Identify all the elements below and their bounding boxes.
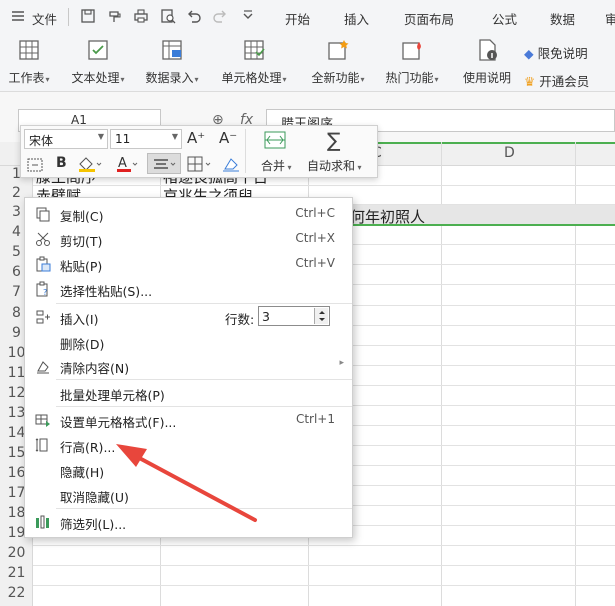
arrow-head [116,444,147,467]
annotation-arrow [116,444,257,522]
arrow-shaft [128,451,257,522]
